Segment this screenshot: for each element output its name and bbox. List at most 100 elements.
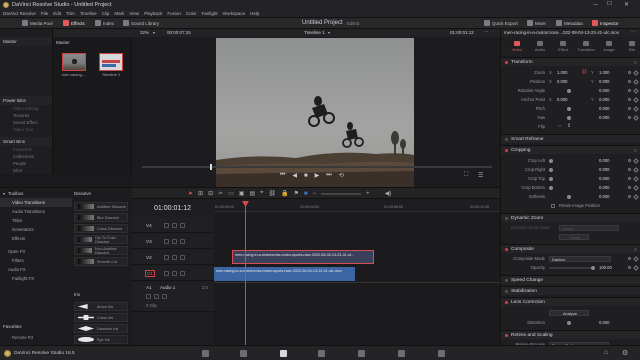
- menu-trim[interactable]: Trim: [66, 11, 75, 16]
- reset-icon[interactable]: [628, 107, 631, 110]
- track-header-v4[interactable]: V4: [132, 218, 214, 233]
- composite-section[interactable]: Composite ↺: [501, 244, 640, 253]
- dynamic-zoom-section[interactable]: Dynamic Zoom: [501, 213, 640, 222]
- media-pool-button[interactable]: Media Pool: [22, 20, 53, 26]
- tab-image[interactable]: Image: [599, 41, 619, 52]
- transition-eye-iris[interactable]: Eye Iris: [74, 335, 128, 344]
- anchor-x-field[interactable]: 0.000: [557, 97, 567, 102]
- smart-bin-item[interactable]: People: [0, 160, 52, 167]
- keyframe-icon[interactable]: [633, 97, 639, 103]
- enable-toggle[interactable]: [505, 148, 508, 152]
- track-enable-icon[interactable]: [180, 239, 185, 244]
- index-button[interactable]: Index: [95, 20, 114, 26]
- menu-file[interactable]: File: [41, 11, 48, 16]
- keyframe-icon[interactable]: [633, 158, 639, 164]
- reset-icon[interactable]: [628, 80, 631, 83]
- lock-icon[interactable]: [146, 294, 151, 299]
- enable-toggle[interactable]: [505, 247, 508, 251]
- marker-icon[interactable]: ■: [304, 191, 308, 197]
- fx-category-audio-fx[interactable]: Audio FX: [0, 265, 72, 274]
- zoom-y-field[interactable]: 1.000: [599, 70, 609, 75]
- overwrite-clip-icon[interactable]: ▣: [239, 190, 245, 197]
- enable-toggle[interactable]: [505, 137, 508, 141]
- flag-icon[interactable]: ⚑: [294, 190, 299, 197]
- yaw-field[interactable]: 0.000: [599, 115, 609, 120]
- crop-bottom-slider-knob[interactable]: [549, 186, 553, 190]
- toolbox-header[interactable]: Toolbox: [8, 191, 24, 196]
- enable-toggle[interactable]: [505, 289, 508, 293]
- auto-select-icon[interactable]: [172, 271, 177, 276]
- fx-category-generators[interactable]: Generators: [0, 225, 72, 234]
- master-bin[interactable]: Master: [0, 37, 52, 46]
- keyframe-icon[interactable]: [633, 106, 639, 112]
- crop-right-field[interactable]: 0.000: [599, 167, 609, 172]
- reset-icon[interactable]: [628, 195, 631, 198]
- first-frame-icon[interactable]: ⏮: [280, 172, 285, 179]
- enable-toggle[interactable]: [505, 300, 508, 304]
- smart-bin-item[interactable]: Shot: [0, 167, 52, 174]
- menu-fairlight[interactable]: Fairlight: [202, 11, 218, 16]
- reset-icon[interactable]: [628, 159, 631, 162]
- track-header-v3[interactable]: V3: [132, 234, 214, 249]
- transition-dip-to-color[interactable]: Dip To Color Dissolve: [74, 235, 128, 244]
- menu-workspace[interactable]: Workspace: [223, 11, 245, 16]
- retain-checkbox[interactable]: [551, 204, 555, 208]
- maximize-button[interactable]: ☐: [607, 1, 612, 7]
- keyframe-icon[interactable]: [633, 194, 639, 200]
- fx-category-fairlight-fx[interactable]: Fairlight FX: [0, 274, 72, 283]
- color-page-icon[interactable]: [358, 350, 365, 357]
- dynamic-zoom-ease-dropdown[interactable]: Linear: [559, 225, 619, 231]
- linked-selection-icon[interactable]: ⛓: [269, 190, 277, 197]
- keyframe-icon[interactable]: [633, 256, 639, 262]
- inspector-button[interactable]: Inspector: [592, 20, 619, 26]
- snapping-icon[interactable]: ⌖: [260, 190, 263, 197]
- solo-icon[interactable]: [154, 294, 159, 299]
- pitch-field[interactable]: 0.000: [599, 106, 609, 111]
- auto-select-icon[interactable]: [172, 255, 177, 260]
- speed-change-section[interactable]: Speed Change: [501, 275, 640, 284]
- reset-icon[interactable]: ↺: [634, 60, 637, 65]
- transition-cross-dissolve[interactable]: Cross Dissolve: [74, 224, 128, 233]
- mixer-button[interactable]: Mixer: [527, 20, 546, 26]
- reset-icon[interactable]: [628, 177, 631, 180]
- reset-icon[interactable]: [628, 266, 631, 269]
- fx-category-effects[interactable]: Effects: [0, 234, 72, 243]
- clip-v2-adjusted[interactable]: men-racing-in-a-motorcross-motor-sports-…: [232, 250, 374, 264]
- softness-field[interactable]: 0.000: [599, 194, 609, 199]
- flip-horizontal-icon[interactable]: ⇔: [557, 123, 562, 129]
- viewer-zoom[interactable]: 32%: [140, 30, 149, 35]
- mute-icon[interactable]: [162, 294, 167, 299]
- transition-blur-dissolve[interactable]: Blur Dissolve: [74, 213, 128, 222]
- menu-mark[interactable]: Mark: [114, 11, 124, 16]
- timeline-playhead[interactable]: [245, 202, 246, 346]
- crop-top-slider-knob[interactable]: [549, 177, 553, 181]
- swap-button[interactable]: Swap: [559, 234, 589, 240]
- last-frame-icon[interactable]: ⏭: [326, 172, 331, 179]
- effects-button[interactable]: Effects: [63, 20, 85, 26]
- menu-davinci[interactable]: DaVinci Resolve: [3, 11, 36, 16]
- tab-effect[interactable]: Effect: [553, 41, 573, 52]
- fusion-page-icon[interactable]: [318, 350, 325, 357]
- lock-icon[interactable]: [164, 223, 169, 228]
- reset-icon[interactable]: [628, 186, 631, 189]
- close-button[interactable]: ✕: [624, 1, 629, 8]
- auto-select-icon[interactable]: [172, 239, 177, 244]
- power-bin-item[interactable]: Textures: [0, 112, 52, 119]
- fairlight-page-icon[interactable]: [398, 350, 405, 357]
- quick-export-button[interactable]: Quick Export: [484, 20, 518, 26]
- transition-diamond-iris[interactable]: Diamond Iris: [74, 324, 128, 333]
- power-bin-item[interactable]: Video Tour: [0, 126, 52, 133]
- minimize-button[interactable]: —: [593, 2, 598, 8]
- zoom-x-field[interactable]: 1.000: [557, 70, 567, 75]
- composite-mode-dropdown[interactable]: Darken: [549, 256, 611, 262]
- home-icon[interactable]: ⌂: [604, 349, 608, 356]
- transform-section[interactable]: Transform ↺: [501, 57, 640, 66]
- menu-timeline[interactable]: Timeline: [80, 11, 97, 16]
- fx-category-filters[interactable]: Filters: [0, 256, 72, 265]
- lock-icon[interactable]: [164, 271, 169, 276]
- metadata-button[interactable]: Metadata: [556, 20, 583, 26]
- reset-icon[interactable]: [628, 116, 631, 119]
- flip-vertical-icon[interactable]: ⇕: [567, 123, 571, 129]
- clip-thumbnail[interactable]: [62, 53, 86, 71]
- enable-toggle[interactable]: [505, 278, 508, 282]
